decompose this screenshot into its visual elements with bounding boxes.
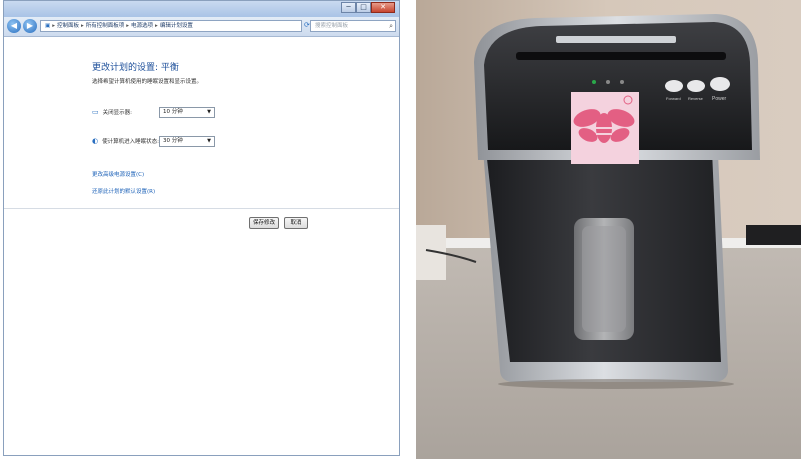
sleep-value: 30 分钟 (163, 138, 183, 144)
reverse-label: Reverse (688, 96, 704, 101)
breadcrumb-item[interactable]: 控制面板 (57, 23, 79, 29)
window-controls: ─ □ ✕ (341, 2, 395, 13)
breadcrumb[interactable]: ▣ ▸ 控制面板 ▸ 所有控制面板项 ▸ 电源选项 ▸ 编辑计划设置 (40, 20, 302, 32)
forward-arrow-icon[interactable]: ▶ (23, 19, 37, 33)
paper-slot (516, 52, 726, 60)
display-off-value: 10 分钟 (163, 109, 183, 115)
indicator-light (606, 80, 610, 84)
power-label: Power (712, 96, 727, 102)
display-off-select[interactable]: 10 分钟 ▼ (159, 107, 215, 118)
search-placeholder: 搜索控制面板 (315, 23, 349, 29)
forward-label: Forward (666, 96, 681, 101)
cancel-button[interactable]: 取消 (284, 217, 308, 229)
moon-icon: ◐ (92, 137, 99, 145)
sleep-label: 使计算机进入睡眠状态: (102, 139, 159, 145)
search-icon[interactable]: ⌕ (389, 21, 393, 31)
restore-defaults-link[interactable]: 还原此计划的默认设置(R) (92, 187, 155, 195)
indicator-light (620, 80, 624, 84)
breadcrumb-item[interactable]: 编辑计划设置 (160, 23, 193, 29)
breadcrumb-item[interactable]: 所有控制面板项 (86, 23, 125, 29)
divider (4, 208, 399, 209)
minimize-button[interactable]: ─ (341, 2, 356, 13)
refresh-icon[interactable]: ⟳ (304, 21, 310, 29)
page-title: 更改计划的设置: 平衡 (92, 63, 179, 73)
monitor-icon: ▭ (92, 108, 99, 116)
search-input[interactable]: 搜索控制面板 ⌕ (310, 20, 396, 32)
display-off-setting: ▭ 关闭显示器: (92, 108, 132, 116)
maximize-button[interactable]: □ (356, 2, 371, 13)
save-button[interactable]: 保存修改 (249, 217, 279, 229)
paper-shredder-photo: Forward Reverse Power (416, 0, 801, 459)
power-button (710, 77, 730, 91)
dark-skirting (746, 225, 801, 245)
breadcrumb-item[interactable]: 电源选项 (131, 23, 153, 29)
bin-window-inner (582, 226, 626, 332)
main-content: 更改计划的设置: 平衡 选择希望计算机使用的睡眠设置和显示设置。 ▭ 关闭显示器… (4, 37, 399, 455)
chevron-down-icon: ▼ (207, 138, 211, 144)
card-slot (556, 36, 676, 43)
shadow (498, 379, 734, 389)
page-subtitle: 选择希望计算机使用的睡眠设置和显示设置。 (92, 79, 203, 85)
indicator-light (592, 80, 596, 84)
breadcrumb-root-icon: ▣ (45, 23, 51, 29)
control-panel-window: ─ □ ✕ ◀ ▶ ▣ ▸ 控制面板 ▸ 所有控制面板项 ▸ 电源选项 ▸ 编辑计划设置 ⟳ 搜… (3, 0, 400, 456)
back-arrow-icon[interactable]: ◀ (7, 19, 21, 33)
sleep-select[interactable]: 30 分钟 ▼ (159, 136, 215, 147)
chevron-down-icon: ▼ (207, 109, 211, 115)
advanced-power-settings-link[interactable]: 更改高级电源设置(C) (92, 170, 144, 178)
sleep-setting: ◐ 使计算机进入睡眠状态: (92, 137, 159, 145)
title-bar: ─ □ ✕ (4, 1, 399, 17)
navigation-bar: ◀ ▶ ▣ ▸ 控制面板 ▸ 所有控制面板项 ▸ 电源选项 ▸ 编辑计划设置 ⟳ 搜索控制面板 … (4, 17, 399, 37)
reverse-button (687, 80, 705, 92)
display-off-label: 关闭显示器: (102, 110, 132, 116)
forward-button (665, 80, 683, 92)
close-button[interactable]: ✕ (371, 2, 395, 13)
